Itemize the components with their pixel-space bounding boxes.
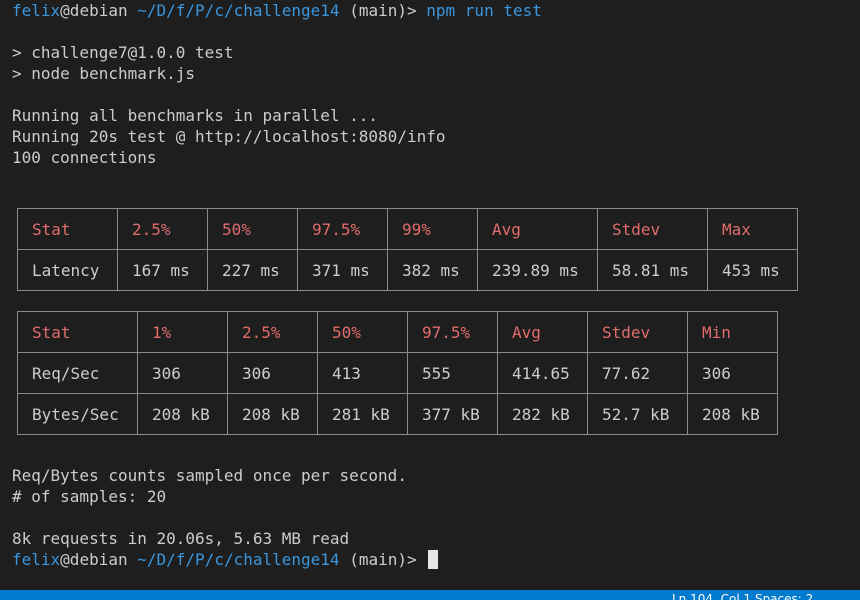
table-row: Latency 167 ms 227 ms 371 ms 382 ms 239.…	[17, 249, 798, 291]
header-cell: Stat	[17, 311, 138, 353]
table-cell: 371 ms	[297, 249, 388, 291]
latency-table: Stat 2.5% 50% 97.5% 99% Avg Stdev Max La…	[17, 208, 798, 291]
status-bar: Ln 104, Col 1 Spaces: 2	[0, 590, 860, 600]
prompt-branch: (main)>	[349, 550, 417, 569]
prompt-branch: (main)>	[349, 1, 417, 20]
table-cell: 58.81 ms	[597, 249, 708, 291]
running-test-line: Running 20s test @ http://localhost:8080…	[12, 127, 446, 146]
table-cell: 52.7 kB	[587, 393, 688, 435]
table-row: Bytes/Sec 208 kB 208 kB 281 kB 377 kB 28…	[17, 393, 778, 435]
table-row: Req/Sec 306 306 413 555 414.65 77.62 306	[17, 352, 778, 394]
terminal-cursor[interactable]	[428, 550, 439, 569]
table-cell: 208 kB	[137, 393, 228, 435]
header-cell: Avg	[497, 311, 588, 353]
table-cell: 377 kB	[407, 393, 498, 435]
table-cell: 413	[317, 352, 408, 394]
header-cell: Avg	[477, 208, 598, 250]
header-cell: 99%	[387, 208, 478, 250]
table-cell: 227 ms	[207, 249, 298, 291]
table-cell: 453 ms	[707, 249, 798, 291]
summary-line: 8k requests in 20.06s, 5.63 MB read	[12, 529, 350, 548]
running-all-line: Running all benchmarks in parallel ...	[12, 106, 379, 125]
table-cell: 208 kB	[687, 393, 778, 435]
table-cell: Latency	[17, 249, 118, 291]
prompt-line: felix@debian ~/D/f/P/c/challenge14 (main…	[12, 0, 852, 21]
header-cell: Stdev	[597, 208, 708, 250]
prompt-path: ~/D/f/P/c/challenge14	[137, 1, 340, 20]
table-cell: Bytes/Sec	[17, 393, 138, 435]
header-cell: 2.5%	[227, 311, 318, 353]
table-cell: 281 kB	[317, 393, 408, 435]
header-cell: 97.5%	[297, 208, 388, 250]
sampled-note-line: Req/Bytes counts sampled once per second…	[12, 466, 407, 485]
prompt-host: @debian	[60, 550, 128, 569]
header-cell: 50%	[317, 311, 408, 353]
npm-node-line: > node benchmark.js	[12, 64, 196, 83]
table-cell: 239.89 ms	[477, 249, 598, 291]
header-cell: Min	[687, 311, 778, 353]
table-cell: 306	[227, 352, 318, 394]
table-cell: 306	[137, 352, 228, 394]
table-cell: 282 kB	[497, 393, 588, 435]
header-cell: Stat	[17, 208, 118, 250]
samples-line: # of samples: 20	[12, 487, 167, 506]
prompt-host: @debian	[60, 1, 128, 20]
table-cell: 382 ms	[387, 249, 478, 291]
table-cell: 414.65	[497, 352, 588, 394]
throughput-table: Stat 1% 2.5% 50% 97.5% Avg Stdev Min Req…	[17, 311, 778, 435]
header-cell: 97.5%	[407, 311, 498, 353]
table-header-row: Stat 1% 2.5% 50% 97.5% Avg Stdev Min	[17, 311, 778, 353]
table-header-row: Stat 2.5% 50% 97.5% 99% Avg Stdev Max	[17, 208, 798, 250]
prompt-line: felix@debian ~/D/f/P/c/challenge14 (main…	[12, 549, 852, 570]
results-footer: Req/Bytes counts sampled once per second…	[12, 465, 852, 570]
prompt-path: ~/D/f/P/c/challenge14	[137, 550, 340, 569]
header-cell: 2.5%	[117, 208, 208, 250]
header-cell: Stdev	[587, 311, 688, 353]
prompt-command: npm run test	[426, 1, 542, 20]
table-cell: 208 kB	[227, 393, 318, 435]
table-cell: 555	[407, 352, 498, 394]
terminal-output[interactable]: felix@debian ~/D/f/P/c/challenge14 (main…	[12, 0, 852, 570]
prompt-user: felix	[12, 550, 61, 569]
header-cell: Max	[707, 208, 798, 250]
connections-line: 100 connections	[12, 148, 157, 167]
table-cell: Req/Sec	[17, 352, 138, 394]
table-cell: 77.62	[587, 352, 688, 394]
table-cell: 306	[687, 352, 778, 394]
header-cell: 50%	[207, 208, 298, 250]
header-cell: 1%	[137, 311, 228, 353]
npm-script-line: > challenge7@1.0.0 test	[12, 43, 234, 62]
table-cell: 167 ms	[117, 249, 208, 291]
status-bar-text[interactable]: Ln 104, Col 1 Spaces: 2	[672, 592, 813, 600]
prompt-user: felix	[12, 1, 61, 20]
